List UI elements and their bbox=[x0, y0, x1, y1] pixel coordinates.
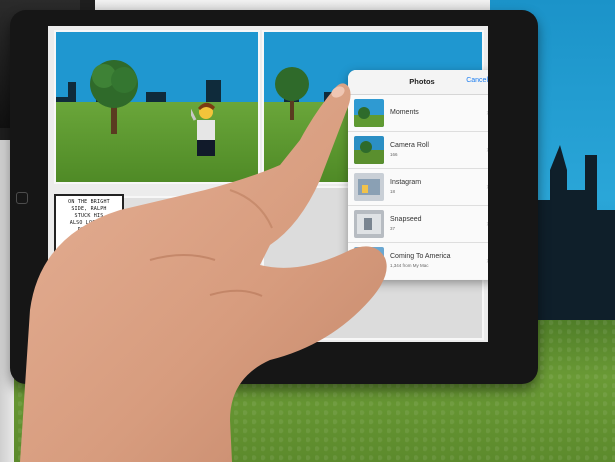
album-name: Snapseed bbox=[390, 216, 422, 223]
album-name: Moments bbox=[390, 109, 419, 116]
album-thumbnail bbox=[354, 210, 384, 238]
tree-icon bbox=[275, 67, 309, 120]
album-thumbnail bbox=[354, 136, 384, 164]
album-row-camera-roll[interactable]: Camera Roll 166 › bbox=[348, 132, 488, 169]
album-count: 1,344 from My Mac bbox=[390, 263, 429, 268]
album-name: Coming To America bbox=[390, 253, 451, 260]
chevron-right-icon: › bbox=[486, 256, 488, 265]
album-count: 18 bbox=[390, 189, 396, 194]
comic-panel-selfie[interactable] bbox=[54, 30, 260, 184]
home-button[interactable] bbox=[16, 192, 28, 204]
album-row-snapseed[interactable]: Snapseed 37 › bbox=[348, 206, 488, 243]
album-thumbnail bbox=[354, 173, 384, 201]
album-row-instagram[interactable]: Instagram 18 › bbox=[348, 169, 488, 206]
album-name: Instagram bbox=[390, 179, 422, 186]
cancel-button[interactable]: Cancel bbox=[466, 77, 488, 84]
minifigure-icon bbox=[191, 102, 215, 156]
album-row-moments[interactable]: Moments › bbox=[348, 95, 488, 132]
caption-line: STUCK HIS bbox=[74, 213, 104, 219]
caption-line: SIDE, RALPH bbox=[71, 206, 107, 212]
album-name: Camera Roll bbox=[390, 142, 429, 149]
comic-caption-box: ON THE BRIGHT SIDE, RALPH STUCK HIS ALSO… bbox=[54, 194, 124, 256]
album-thumbnail bbox=[354, 247, 384, 275]
chevron-right-icon: › bbox=[486, 145, 488, 154]
caption-line: ALSO LOOKING bbox=[69, 220, 109, 226]
ipad-device: ON THE BRIGHT SIDE, RALPH STUCK HIS ALSO… bbox=[10, 10, 538, 384]
popover-header: Photos Cancel bbox=[348, 70, 488, 95]
album-row-coming-to-america[interactable]: Coming To America 1,344 from My Mac › bbox=[348, 243, 488, 279]
popover-arrow bbox=[323, 116, 332, 132]
caption-line: RIPE... bbox=[77, 227, 101, 233]
album-count: 166 bbox=[390, 152, 398, 157]
album-count: 37 bbox=[390, 226, 396, 231]
chevron-right-icon: › bbox=[486, 182, 488, 191]
album-thumbnail bbox=[354, 99, 384, 127]
tree-icon bbox=[90, 60, 138, 134]
chevron-right-icon: › bbox=[486, 108, 488, 117]
photos-popover: Photos Cancel Moments › Camera Roll bbox=[348, 70, 488, 280]
caption-line: ON THE BRIGHT bbox=[68, 199, 110, 205]
ipad-screen: ON THE BRIGHT SIDE, RALPH STUCK HIS ALSO… bbox=[48, 26, 488, 342]
chevron-right-icon: › bbox=[486, 219, 488, 228]
